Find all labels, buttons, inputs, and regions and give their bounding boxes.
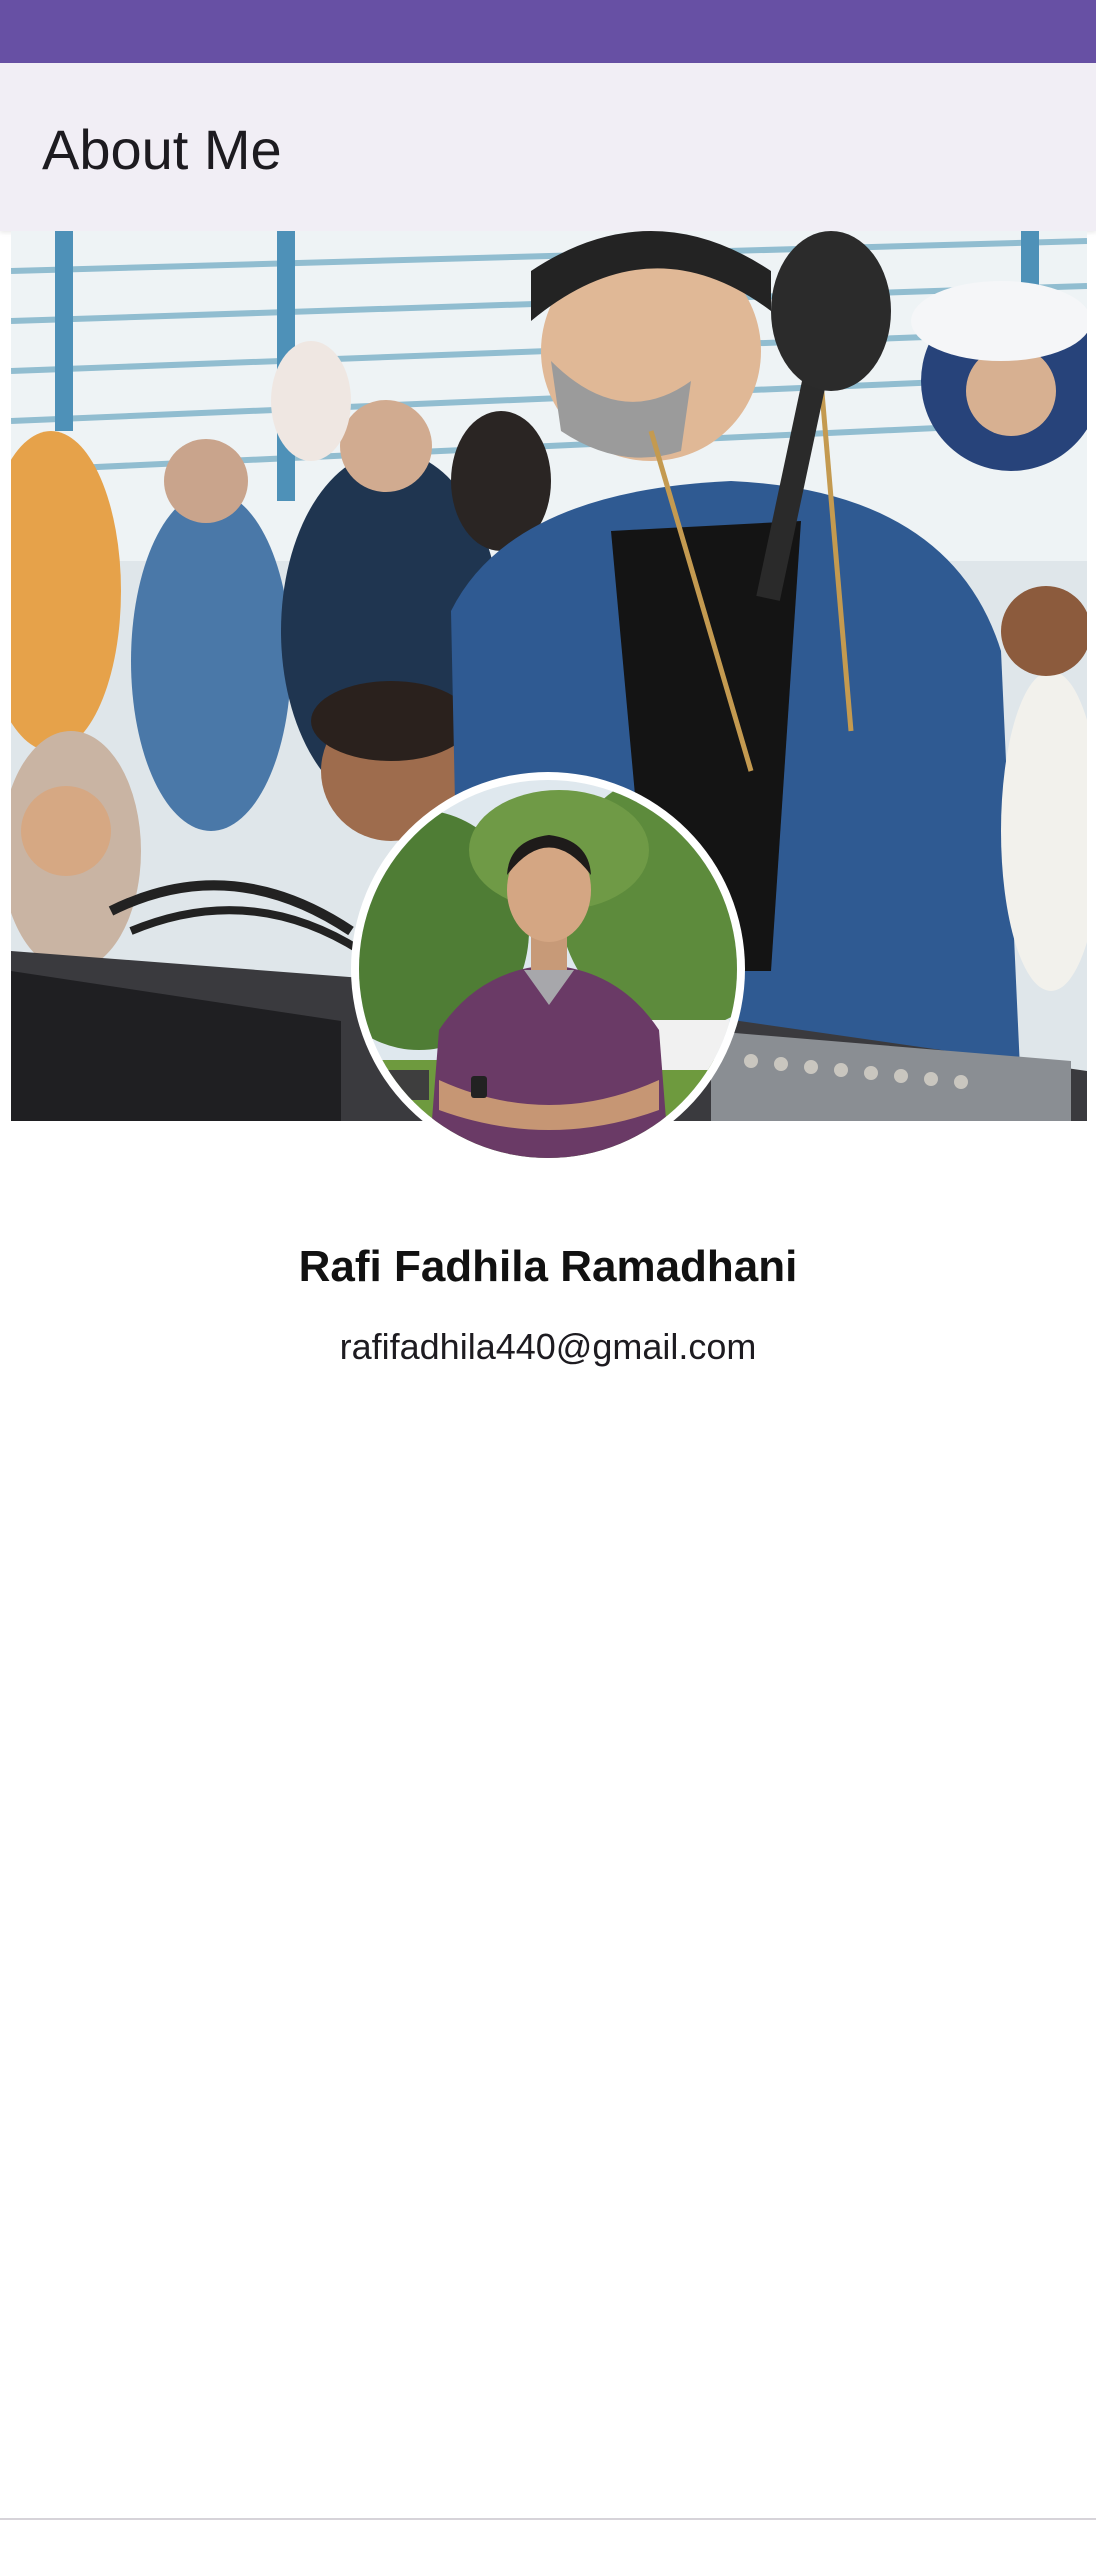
top-app-bar: About Me (0, 63, 1096, 231)
profile-name: Rafi Fadhila Ramadhani (298, 1242, 798, 1291)
avatar-photo (359, 780, 737, 1158)
profile-email: rafifadhila440@gmail.com (339, 1326, 757, 1367)
avatar[interactable] (351, 772, 745, 1166)
page-title: About Me (42, 118, 282, 181)
status-bar (0, 0, 1096, 63)
bottom-divider (0, 2518, 1096, 2520)
